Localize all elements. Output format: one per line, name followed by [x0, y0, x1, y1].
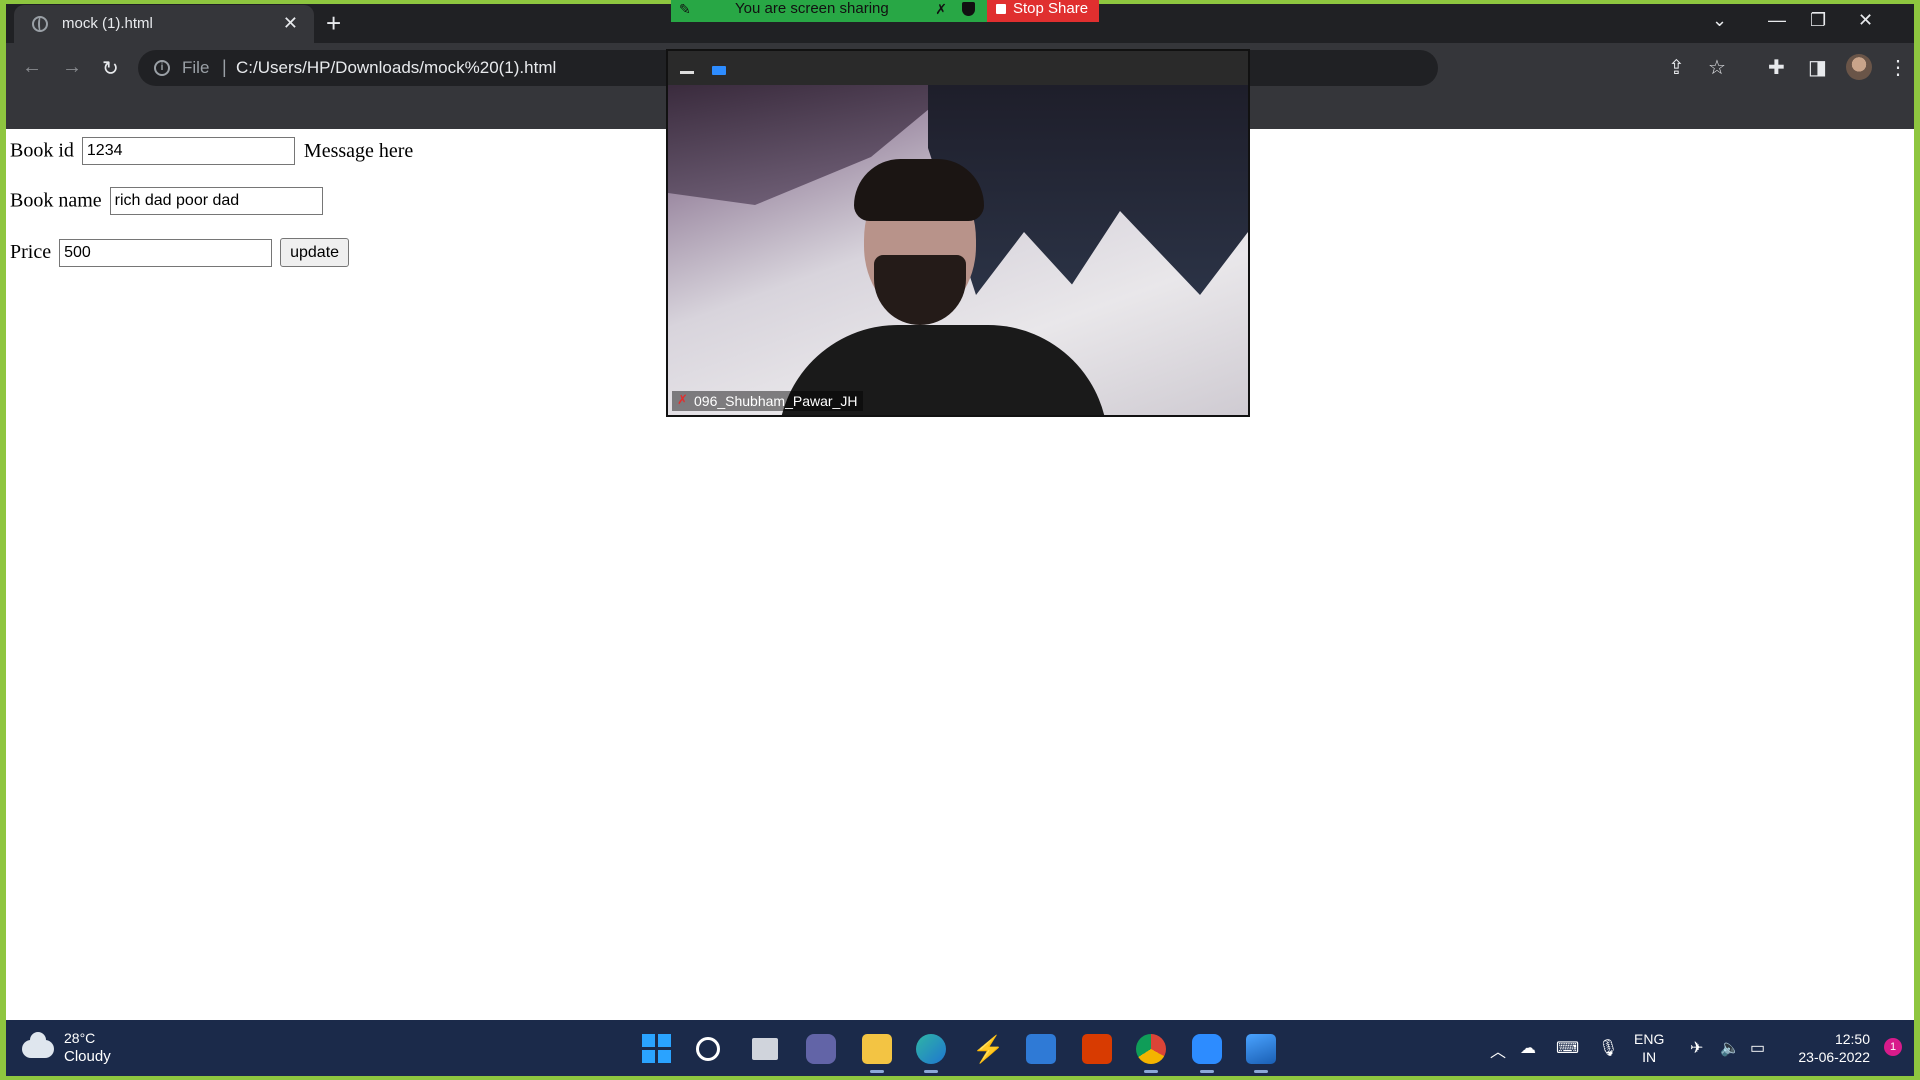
language-code: ENG [1634, 1031, 1665, 1047]
book-id-label: Book id [10, 139, 74, 162]
windows-taskbar: 28°C Cloudy ⚡ ︿ ☁ ⌨ 🎙 ENG IN ✈ 🔈 ▭ 12:50 [6, 1020, 1914, 1076]
share-message: You are screen sharing [735, 0, 889, 17]
task-view-icon[interactable] [752, 1038, 778, 1060]
extensions-puzzle-icon[interactable]: ✚ [1768, 55, 1785, 80]
book-name-row: Book name [10, 187, 323, 215]
keyboard-icon[interactable]: ⌨ [1556, 1038, 1579, 1058]
clock-date: 23-06-2022 [1798, 1049, 1870, 1065]
stop-share-button[interactable]: Stop Share [987, 0, 1099, 22]
forward-arrow-icon[interactable]: → [62, 56, 82, 79]
book-id-row: Book id Message here [10, 137, 413, 165]
onedrive-error-icon[interactable]: ☁ [1520, 1038, 1536, 1058]
airplane-mode-icon[interactable]: ✈ [1690, 1038, 1703, 1058]
book-name-input[interactable] [109, 187, 323, 215]
office-icon[interactable] [1082, 1034, 1112, 1064]
security-shield-icon[interactable] [962, 2, 975, 16]
pin-icon[interactable]: ✎ [679, 0, 691, 22]
chat-icon[interactable] [806, 1034, 836, 1064]
book-name-label: Book name [10, 189, 102, 212]
participant-hair [854, 159, 984, 221]
tab-title: mock (1).html [62, 15, 153, 32]
lightning-app-icon[interactable]: ⚡ [972, 1034, 1004, 1064]
book-id-input[interactable] [81, 137, 295, 165]
address-url[interactable]: C:/Users/HP/Downloads/mock%20(1).html [236, 58, 556, 78]
address-scheme: File [182, 58, 210, 77]
video-window-bar[interactable] [668, 51, 1248, 85]
start-windows-icon[interactable] [642, 1034, 672, 1064]
update-button[interactable]: update [280, 238, 350, 267]
side-panel-icon[interactable]: ◨ [1808, 55, 1827, 80]
stop-share-label: Stop Share [1013, 0, 1089, 17]
desktop-screen: mock (1).html ✕ + ⌄ — ❐ ✕ ← → ↻ i File |… [6, 4, 1914, 1076]
message-text: Message here [303, 139, 414, 162]
region-code: IN [1642, 1049, 1657, 1065]
mail-icon[interactable] [1026, 1034, 1056, 1064]
profile-avatar[interactable] [1846, 54, 1872, 80]
more-menu-icon[interactable]: ⋮ [1888, 55, 1908, 80]
video-window[interactable]: ✗ 096_Shubham_Pawar_JH [666, 49, 1250, 417]
info-icon[interactable]: i [154, 60, 170, 76]
bookmark-star-icon[interactable]: ☆ [1708, 55, 1726, 80]
address-separator: | [222, 57, 227, 77]
reload-icon[interactable]: ↻ [102, 56, 119, 81]
clock-time: 12:50 [1834, 1031, 1870, 1047]
price-label: Price [10, 241, 52, 263]
participant-name: 096_Shubham_Pawar_JH [694, 393, 858, 409]
stop-square-icon [996, 4, 1006, 14]
cloud-icon [22, 1032, 54, 1058]
video-view-icon[interactable] [712, 66, 726, 75]
participant-beard [874, 255, 966, 325]
browser-tab[interactable]: mock (1).html ✕ [14, 5, 314, 43]
minimize-video-icon[interactable] [680, 71, 694, 74]
new-tab-button[interactable]: + [326, 8, 341, 39]
file-explorer-icon[interactable] [862, 1034, 892, 1073]
weather-widget[interactable]: 28°C Cloudy [22, 1030, 142, 1068]
globe-icon [32, 16, 48, 32]
weather-condition: Cloudy [64, 1048, 111, 1065]
photos-icon[interactable] [1246, 1034, 1276, 1073]
chrome-icon[interactable] [1136, 1034, 1166, 1073]
language-indicator[interactable]: ENG IN [1634, 1030, 1664, 1066]
participant-video: ✗ 096_Shubham_Pawar_JH [668, 85, 1248, 415]
close-window-button[interactable]: ✕ [1858, 10, 1873, 31]
price-row: Price update [10, 238, 350, 267]
tab-close-icon[interactable]: ✕ [283, 13, 298, 34]
system-clock[interactable]: 12:50 23-06-2022 [1784, 1030, 1870, 1066]
back-arrow-icon[interactable]: ← [22, 56, 42, 79]
weather-temperature: 28°C [64, 1030, 96, 1046]
edge-browser-icon[interactable] [916, 1034, 946, 1073]
show-hidden-icons-chevron-icon[interactable]: ︿ [1490, 1038, 1506, 1062]
mic-muted-icon: ✗ [677, 392, 688, 407]
mic-muted-icon[interactable]: ✗ [935, 0, 947, 22]
restore-window-button[interactable]: ❐ [1810, 10, 1826, 31]
microphone-icon[interactable]: 🎙 [1598, 1038, 1618, 1058]
screen-share-banner: ✎ You are screen sharing ✗ Stop Share [671, 0, 1099, 22]
share-status: ✎ You are screen sharing ✗ [671, 0, 987, 22]
notification-badge[interactable]: 1 [1884, 1038, 1902, 1056]
price-input[interactable] [59, 238, 273, 267]
battery-icon[interactable]: ▭ [1750, 1038, 1765, 1058]
participant-name-tag: ✗ 096_Shubham_Pawar_JH [672, 391, 864, 411]
search-icon[interactable] [696, 1037, 720, 1061]
zoom-icon[interactable] [1192, 1034, 1222, 1073]
tab-search-chevron-icon[interactable]: ⌄ [1712, 10, 1727, 31]
volume-icon[interactable]: 🔈 [1720, 1038, 1740, 1058]
minimize-window-button[interactable]: — [1768, 10, 1786, 31]
share-icon[interactable]: ⇪ [1668, 55, 1685, 80]
